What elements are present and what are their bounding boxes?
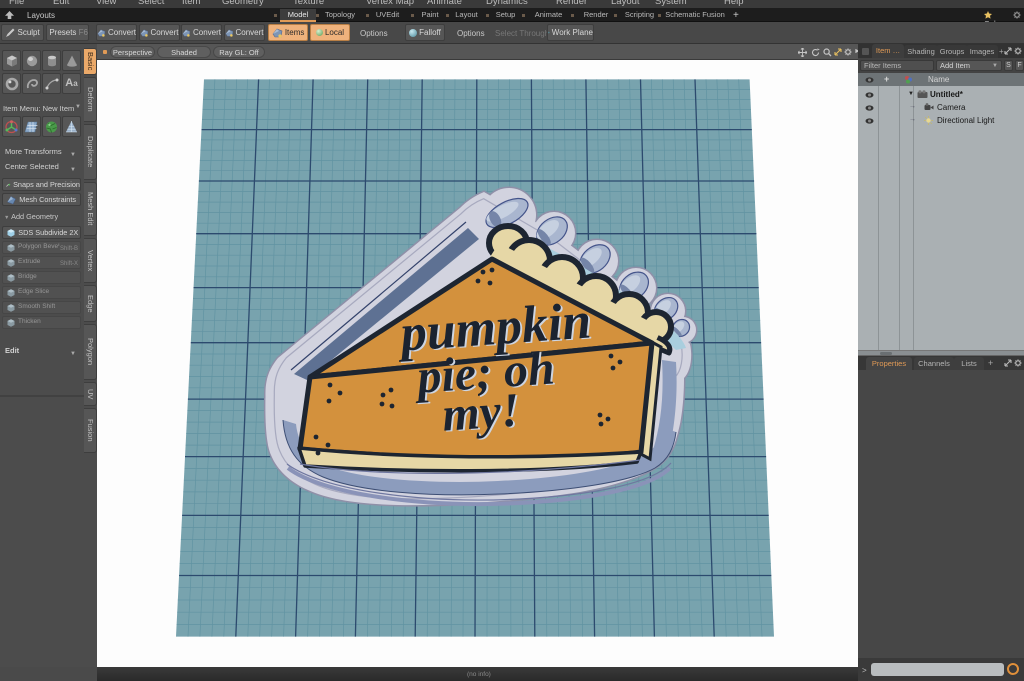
svg-text:my!: my! <box>441 383 522 441</box>
